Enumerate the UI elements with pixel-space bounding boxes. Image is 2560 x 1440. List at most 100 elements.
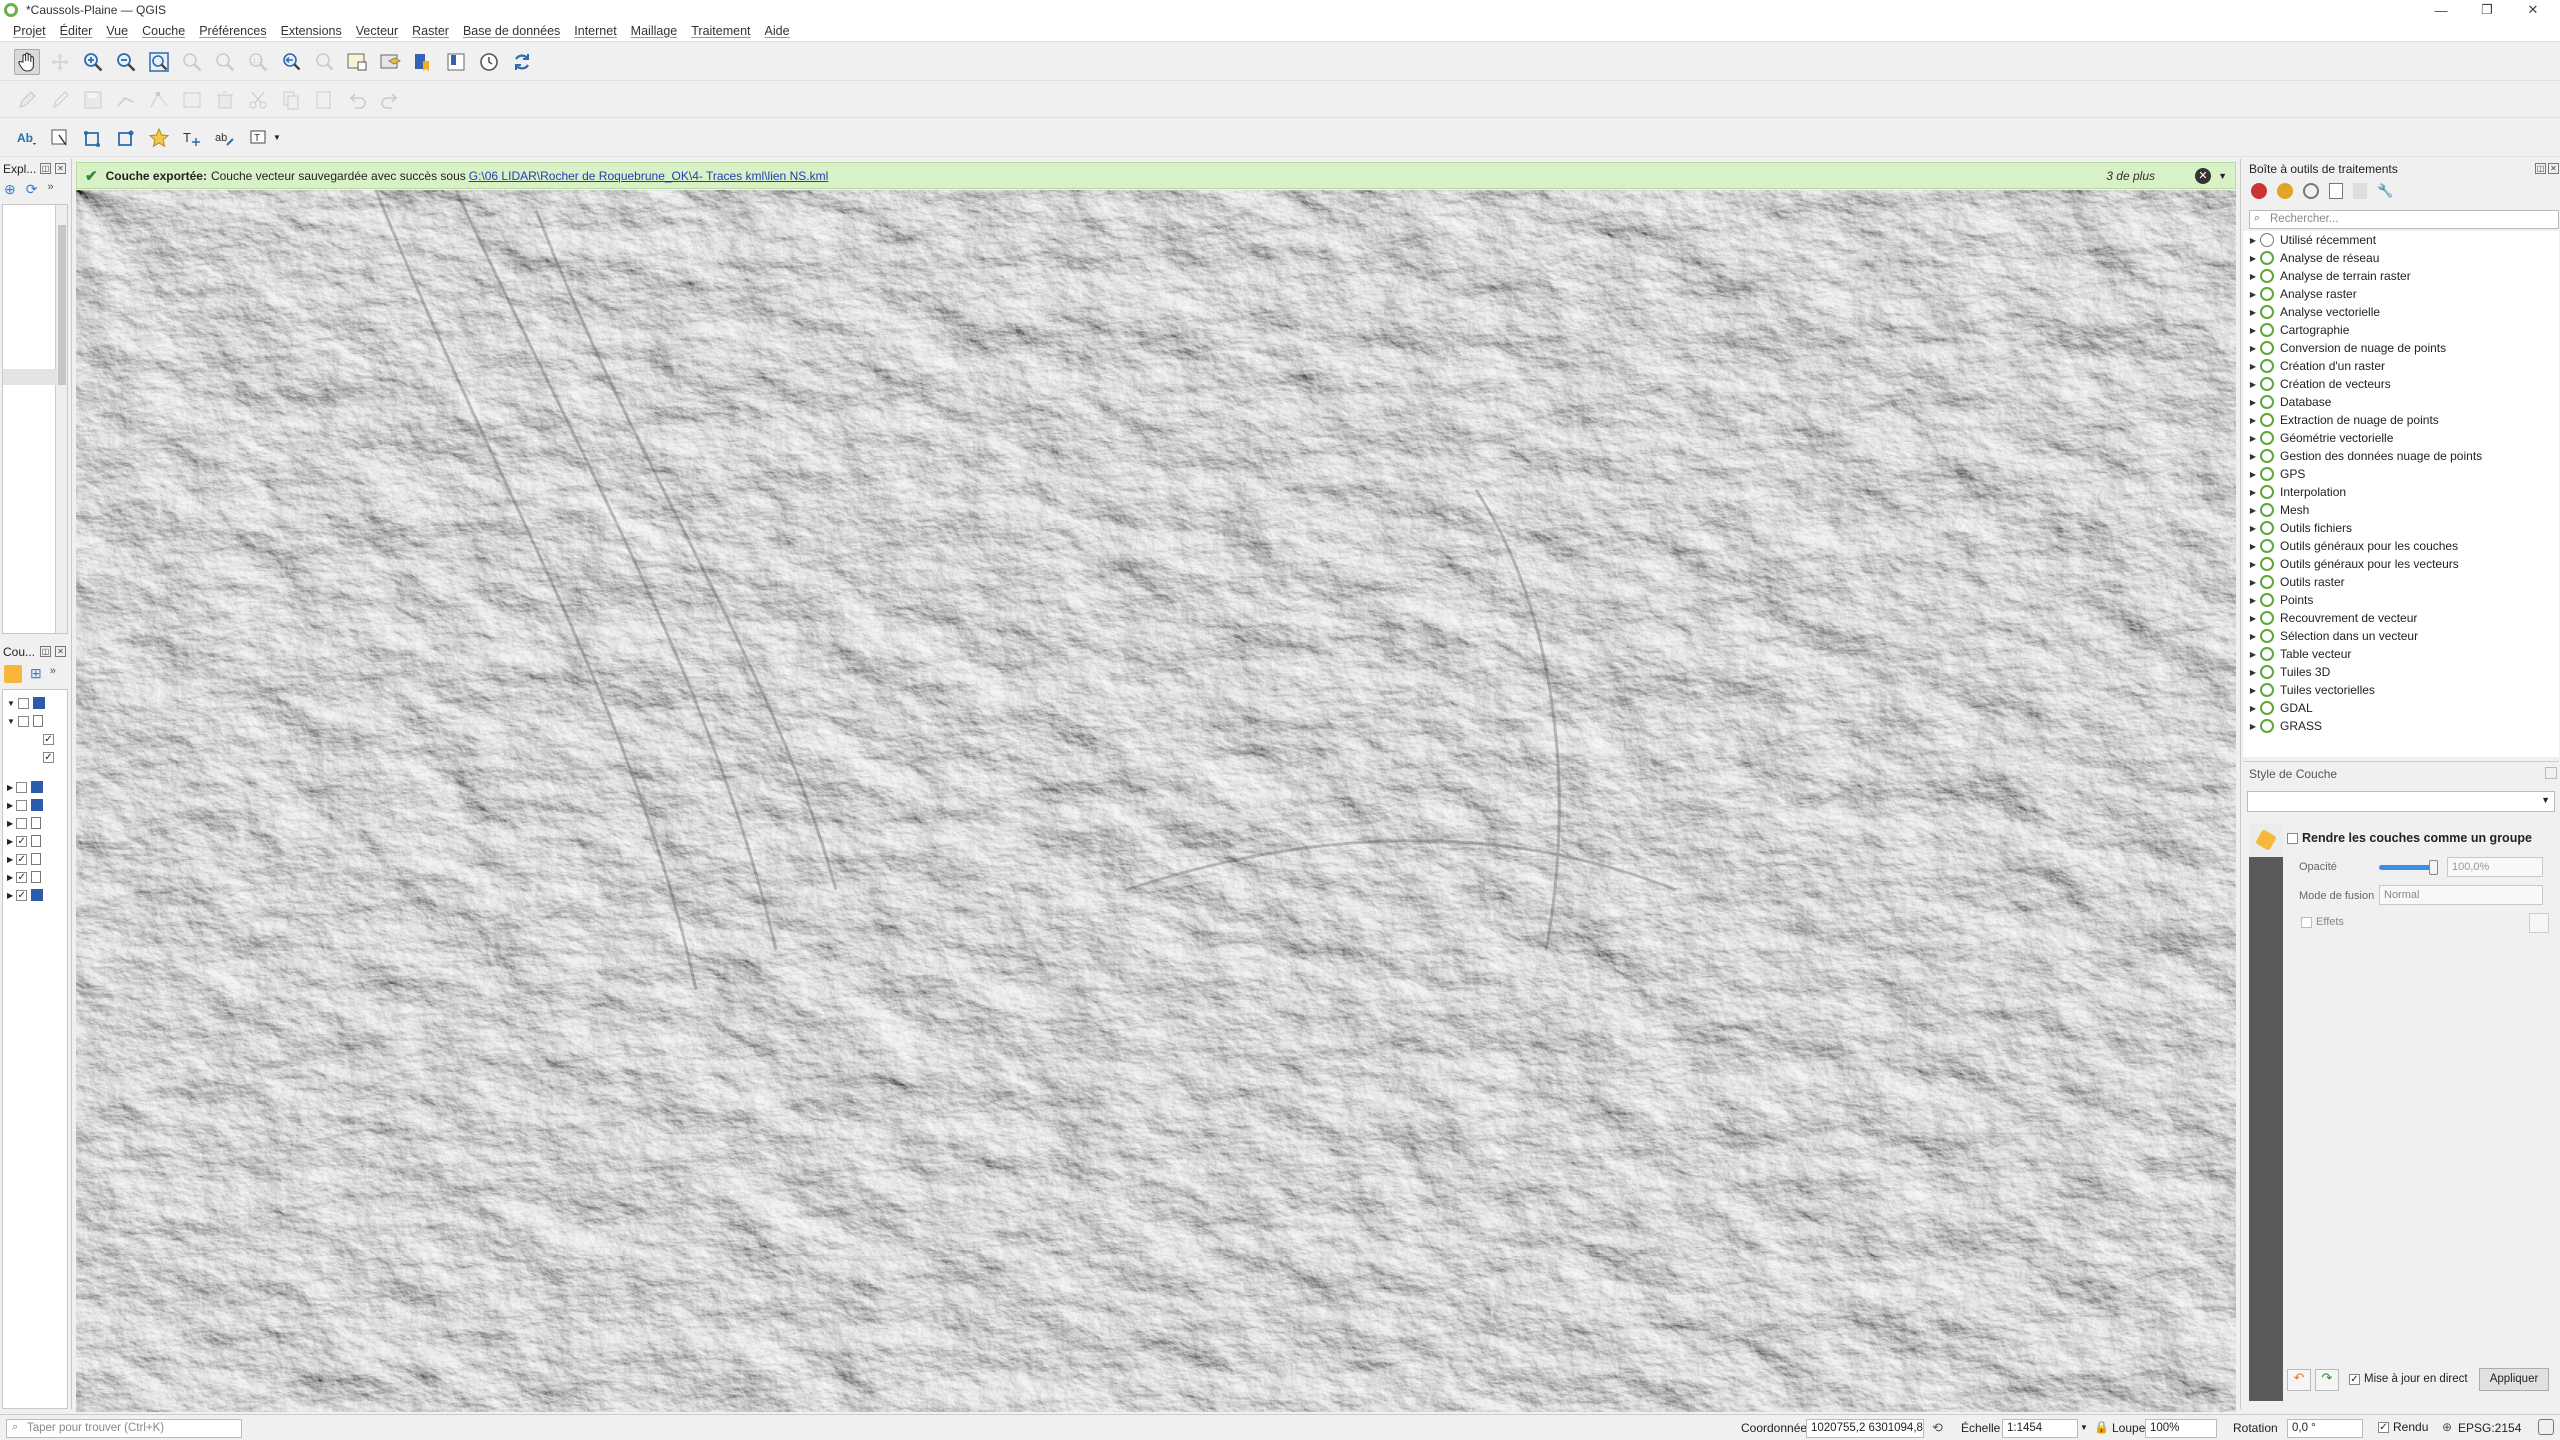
models-icon[interactable] bbox=[2251, 183, 2267, 199]
expand-arrow-icon[interactable]: ▶ bbox=[2246, 308, 2260, 317]
pin-labels-button[interactable] bbox=[47, 125, 73, 151]
browser-scrollbar[interactable] bbox=[55, 205, 67, 633]
expand-arrow-icon[interactable]: ▶ bbox=[2246, 254, 2260, 263]
layer-labeling-button[interactable]: Ab bbox=[14, 125, 40, 151]
zoom-native-button[interactable]: 1:1 bbox=[245, 49, 271, 75]
expand-arrow-icon[interactable]: ▶ bbox=[2246, 236, 2260, 245]
change-label-button[interactable]: ab bbox=[212, 125, 238, 151]
refresh-browser-icon[interactable]: ⟳ bbox=[26, 181, 38, 198]
menu-vecteur[interactable]: Vecteur bbox=[356, 24, 398, 38]
toolbox-group-item[interactable]: ▶ Création de vecteurs bbox=[2243, 375, 2391, 393]
zoom-last-button[interactable] bbox=[278, 49, 304, 75]
menu-raster[interactable]: Raster bbox=[412, 24, 449, 38]
zoom-out-button[interactable] bbox=[113, 49, 139, 75]
toolbox-group-item[interactable]: ▶ Cartographie bbox=[2243, 321, 2349, 339]
layer-row[interactable]: ✓ bbox=[43, 748, 58, 766]
expand-arrow-icon[interactable]: ▶ bbox=[2246, 452, 2260, 461]
menu-maillage[interactable]: Maillage bbox=[631, 24, 678, 38]
scripts-icon[interactable] bbox=[2277, 183, 2293, 199]
render-as-group-checkbox[interactable]: Rendre les couches comme un groupe bbox=[2287, 831, 2532, 845]
crs-button[interactable]: EPSG:2154 bbox=[2458, 1421, 2521, 1435]
copy-features-button[interactable] bbox=[278, 87, 304, 113]
edit-features-icon[interactable] bbox=[2353, 183, 2367, 199]
save-edits-button[interactable] bbox=[80, 87, 106, 113]
toolbox-group-item[interactable]: ▶ Sélection dans un vecteur bbox=[2243, 627, 2418, 645]
toolbox-group-item[interactable]: ▶ Outils fichiers bbox=[2243, 519, 2352, 537]
layer-row[interactable]: ▶ bbox=[7, 814, 42, 832]
undo-button[interactable] bbox=[344, 87, 370, 113]
magnifier-spinbox[interactable]: 100% bbox=[2145, 1419, 2217, 1438]
opacity-spinbox[interactable]: 100,0% bbox=[2447, 857, 2543, 877]
toolbox-group-item[interactable]: ▶ Analyse vectorielle bbox=[2243, 303, 2380, 321]
close-message-icon[interactable]: ✕ bbox=[2195, 167, 2211, 184]
messages-log-icon[interactable] bbox=[2538, 1419, 2554, 1435]
menu-base-de-donnees[interactable]: Base de données bbox=[463, 24, 560, 38]
show-hide-labels-button[interactable] bbox=[146, 125, 172, 151]
float-layers-button[interactable]: ◫ bbox=[40, 646, 51, 657]
scale-dropdown-arrow-icon[interactable]: ▼ bbox=[2080, 1423, 2088, 1432]
temporal-controller-button[interactable] bbox=[476, 49, 502, 75]
toolbox-group-item[interactable]: ▶ Analyse de réseau bbox=[2243, 249, 2379, 267]
toolbox-group-item[interactable]: ▶ Tuiles vectorielles bbox=[2243, 681, 2375, 699]
expand-arrow-icon[interactable]: ▶ bbox=[2246, 272, 2260, 281]
toolbox-group-item[interactable]: ▶ Géométrie vectorielle bbox=[2243, 429, 2393, 447]
effects-checkbox[interactable]: Effets bbox=[2301, 916, 2344, 928]
toolbox-group-item[interactable]: ▶ Conversion de nuage de points bbox=[2243, 339, 2446, 357]
expand-arrow-icon[interactable]: ▶ bbox=[2246, 416, 2260, 425]
expand-arrow-icon[interactable]: ▶ bbox=[2246, 686, 2260, 695]
expand-arrow-icon[interactable]: ▶ bbox=[2246, 380, 2260, 389]
highlight-labels-button[interactable] bbox=[80, 125, 106, 151]
toolbox-group-item[interactable]: ▶ Création d'un raster bbox=[2243, 357, 2385, 375]
toolbox-group-item[interactable]: ▶ Analyse de terrain raster bbox=[2243, 267, 2411, 285]
toggle-editing-button[interactable] bbox=[47, 87, 73, 113]
add-group-icon[interactable]: ⊞ bbox=[30, 665, 42, 683]
redo-button[interactable] bbox=[377, 87, 403, 113]
show-bookmarks-button[interactable] bbox=[443, 49, 469, 75]
scale-combo[interactable]: 1:1454 bbox=[2002, 1419, 2078, 1438]
float-panel-button[interactable]: ◫ bbox=[40, 163, 51, 174]
layer-row[interactable]: ▶ ✓ bbox=[7, 832, 42, 850]
more-chevron-icon[interactable]: » bbox=[47, 181, 53, 198]
menu-vue[interactable]: Vue bbox=[106, 24, 128, 38]
expand-arrow-icon[interactable]: ▶ bbox=[2246, 560, 2260, 569]
expand-arrow-icon[interactable]: ▶ bbox=[2246, 650, 2260, 659]
toolbox-group-item[interactable]: ▶ Outils généraux pour les couches bbox=[2243, 537, 2458, 555]
add-selected-layers-icon[interactable]: ⊕ bbox=[4, 181, 16, 198]
modify-attributes-button[interactable] bbox=[179, 87, 205, 113]
expand-arrow-icon[interactable]: ▶ bbox=[2246, 488, 2260, 497]
menu-couche[interactable]: Couche bbox=[142, 24, 185, 38]
results-viewer-icon[interactable] bbox=[2329, 183, 2343, 199]
toolbox-group-item[interactable]: ▶ Tuiles 3D bbox=[2243, 663, 2330, 681]
options-wrench-icon[interactable]: 🔧 bbox=[2377, 183, 2393, 199]
maximize-button[interactable]: ❐ bbox=[2464, 0, 2510, 20]
expand-arrow-icon[interactable]: ▶ bbox=[2246, 434, 2260, 443]
algorithm-tree[interactable]: ▶ Utilisé récemment ▶ Analyse de réseau ▶ Ana… bbox=[2243, 231, 2559, 757]
expand-arrow-icon[interactable]: ▶ bbox=[2246, 578, 2260, 587]
close-panel-button[interactable]: ✕ bbox=[55, 163, 66, 174]
toolbox-group-item[interactable]: ▶ Utilisé récemment bbox=[2243, 231, 2376, 249]
expand-arrow-icon[interactable]: ▶ bbox=[2246, 722, 2260, 731]
pan-to-selection-button[interactable] bbox=[47, 49, 73, 75]
coordinate-field[interactable]: 1020755,2 6301094,8 bbox=[1806, 1419, 1924, 1438]
expand-arrow-icon[interactable]: ▶ bbox=[2246, 596, 2260, 605]
apply-button[interactable]: Appliquer bbox=[2479, 1368, 2549, 1391]
toolbox-group-item[interactable]: ▶ Extraction de nuage de points bbox=[2243, 411, 2439, 429]
zoom-in-button[interactable] bbox=[80, 49, 106, 75]
style-manager-icon[interactable] bbox=[4, 665, 22, 683]
menu-internet[interactable]: Internet bbox=[574, 24, 616, 38]
effects-settings-button[interactable] bbox=[2529, 913, 2549, 933]
paint-brush-icon[interactable] bbox=[2249, 823, 2283, 857]
expand-arrow-icon[interactable]: ▶ bbox=[2246, 362, 2260, 371]
blend-mode-select[interactable]: Normal bbox=[2379, 885, 2543, 905]
refresh-button[interactable] bbox=[509, 49, 535, 75]
vertex-tool-button[interactable] bbox=[146, 87, 172, 113]
live-update-checkbox[interactable]: ✓ Mise à jour en direct bbox=[2349, 1373, 2468, 1385]
expand-arrow-icon[interactable]: ▶ bbox=[2246, 704, 2260, 713]
expand-arrow-icon[interactable]: ▶ bbox=[2246, 326, 2260, 335]
new-3d-map-view-button[interactable] bbox=[377, 49, 403, 75]
float-toolbox-button[interactable]: ◫ bbox=[2535, 163, 2546, 174]
toolbox-group-item[interactable]: ▶ Database bbox=[2243, 393, 2331, 411]
expand-arrow-icon[interactable]: ▶ bbox=[2246, 398, 2260, 407]
zoom-next-button[interactable] bbox=[311, 49, 337, 75]
layer-row[interactable]: ▶ bbox=[7, 778, 44, 796]
